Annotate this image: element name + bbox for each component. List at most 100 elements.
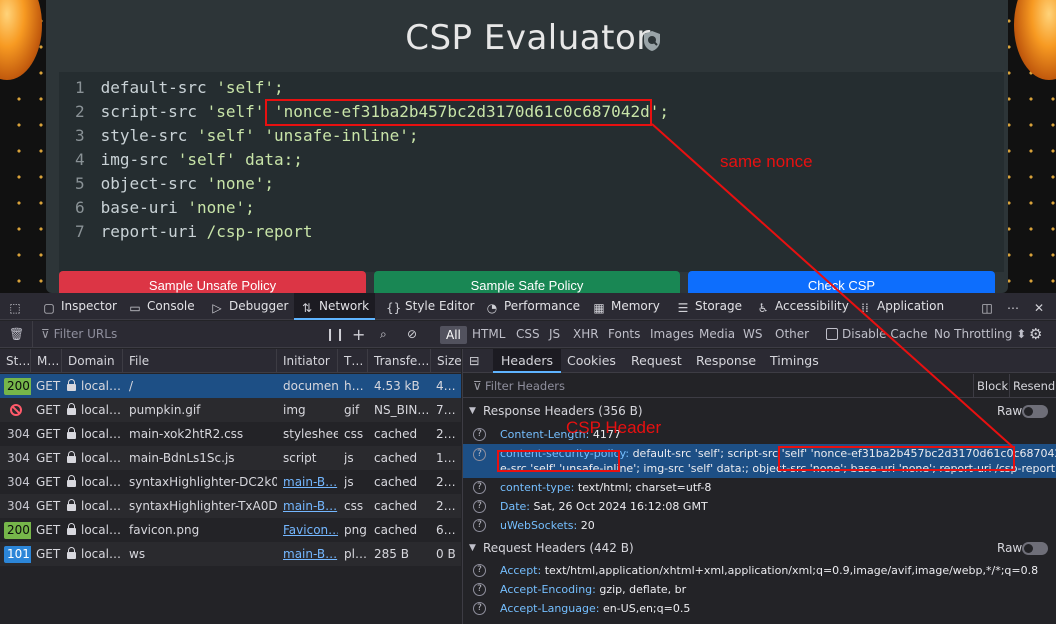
check-csp-button[interactable]: Check CSP	[688, 271, 995, 293]
tab-application[interactable]: ⁞⁞ Application	[858, 293, 944, 320]
type-filter-ws[interactable]: WS	[743, 321, 762, 348]
help-icon[interactable]: ?	[473, 481, 486, 494]
disable-cache-checkbox[interactable]: Disable Cache	[826, 321, 928, 348]
type-filter-all[interactable]: All	[440, 326, 467, 344]
type-filter-fonts[interactable]: Fonts	[608, 321, 640, 348]
raw-toggle[interactable]	[1022, 542, 1048, 555]
close-icon[interactable]: ✕	[1032, 293, 1051, 320]
request-headers-section[interactable]: ▼ Request Headers (442 B) Raw	[463, 537, 1056, 559]
tab-cookies[interactable]: Cookies	[567, 349, 616, 373]
help-icon[interactable]: ?	[473, 519, 486, 532]
raw-toggle[interactable]	[1022, 405, 1048, 418]
response-headers-section[interactable]: ▼ Response Headers (356 B) Raw	[463, 400, 1056, 422]
tab-accessibility[interactable]: ♿ Accessibility	[756, 293, 849, 320]
tab-request[interactable]: Request	[631, 349, 682, 373]
cell-file: syntaxHighlighter-DC2k00Sl.js	[129, 475, 277, 489]
sample-unsafe-policy-button[interactable]: Sample Unsafe Policy	[59, 271, 366, 293]
tab-timings[interactable]: Timings	[770, 349, 819, 373]
block-button[interactable]: Block	[977, 379, 1008, 393]
cell-method: GET	[36, 379, 61, 393]
tab-memory[interactable]: ▦ Memory	[592, 293, 659, 320]
column-size[interactable]: Size	[431, 349, 461, 373]
type-filter-css[interactable]: CSS	[516, 321, 540, 348]
table-row[interactable]: 200 GET local… favicon.png Favicon… png cached…	[0, 518, 461, 542]
tab-performance[interactable]: ◔ Performance	[485, 293, 580, 320]
type-filter-xhr[interactable]: XHR	[573, 321, 599, 348]
help-icon[interactable]: ?	[473, 583, 486, 596]
header-row[interactable]: ? uWebSockets: 20	[463, 516, 1056, 535]
cell-type: pl…	[344, 547, 367, 561]
tab-debugger[interactable]: ▷ Debugger	[210, 293, 288, 320]
more-options-icon[interactable]: ⋯	[1006, 293, 1025, 320]
block-requests-icon[interactable]: ⊘	[407, 321, 417, 348]
cell-size: 4…	[436, 379, 456, 393]
type-filter-js[interactable]: JS	[549, 321, 560, 348]
resend-button[interactable]: Resend	[1013, 379, 1055, 393]
tab-storage[interactable]: ☰ Storage	[676, 293, 742, 320]
filter-icon: ⊽	[473, 379, 482, 393]
column-initiator[interactable]: Initiator	[277, 349, 338, 373]
cell-size: 6…	[436, 523, 456, 537]
table-row[interactable]: 200 GET local… / document h… 4.53 kB 4…	[0, 374, 461, 398]
tab-network[interactable]: ⇅ Network	[294, 293, 376, 320]
header-row[interactable]: ? Content-Length: 4177	[463, 425, 1056, 444]
help-icon[interactable]: ?	[473, 564, 486, 577]
cell-type: h…	[344, 379, 364, 393]
memory-icon: ▦	[593, 301, 605, 315]
cell-type: css	[344, 499, 364, 513]
help-icon[interactable]: ?	[473, 428, 486, 441]
column-file[interactable]: File	[123, 349, 277, 373]
cell-type: gif	[344, 403, 360, 417]
cell-initiator: img	[283, 403, 306, 417]
header-row[interactable]: ? content-type: text/html; charset=utf-8	[463, 478, 1056, 497]
cell-size: 2…	[436, 427, 456, 441]
help-icon[interactable]: ?	[473, 448, 486, 461]
cell-method: GET	[36, 523, 61, 537]
element-picker-icon[interactable]: ⬚	[8, 293, 27, 320]
header-row[interactable]: ? Accept: text/html,application/xhtml+xml…	[463, 561, 1056, 580]
table-row[interactable]: GET local… pumpkin.gif img gif NS_BIN… 7…	[0, 398, 461, 422]
cell-method: GET	[36, 547, 61, 561]
filter-urls-input[interactable]: ⊽ Filter URLs	[32, 321, 117, 348]
table-row[interactable]: 101 GET local… ws main-B… pl… 285 B 0 B	[0, 542, 461, 566]
add-icon[interactable]: +	[352, 321, 365, 348]
table-row[interactable]: 304 GET local… syntaxHighlighter-DC2k00Sl.j…	[0, 470, 461, 494]
tab-headers[interactable]: Headers	[493, 349, 562, 373]
table-row[interactable]: 304 GET local… main-xok2htR2.css stylesheet c…	[0, 422, 461, 446]
type-filter-media[interactable]: Media	[699, 321, 735, 348]
column-domain[interactable]: Domain	[62, 349, 123, 373]
header-row[interactable]: ? Accept-Encoding: gzip, deflate, br	[463, 580, 1056, 599]
type-filter-other[interactable]: Other	[775, 321, 809, 348]
column-transferred[interactable]: Transfe…	[368, 349, 431, 373]
tab-console[interactable]: ▭ Console	[128, 293, 194, 320]
toggle-sidebar-icon[interactable]: ⊟	[469, 349, 479, 373]
column-method[interactable]: M…	[31, 349, 62, 373]
header-row[interactable]: ? Date: Sat, 26 Oct 2024 16:12:08 GMT	[463, 497, 1056, 516]
cell-status: 304	[7, 475, 30, 489]
table-row[interactable]: 304 GET local… syntaxHighlighter-TxA0DcFV.c…	[0, 494, 461, 518]
code-line: 4 img-src 'self' data:;	[75, 150, 303, 169]
header-row[interactable]: ? Accept-Language: en-US,en;q=0.5	[463, 599, 1056, 618]
console-icon: ▭	[129, 301, 141, 315]
throttling-select[interactable]: No Throttling ⬍	[934, 321, 1026, 348]
column-type[interactable]: T…	[338, 349, 368, 373]
tab-style-editor[interactable]: {} Style Editor	[386, 293, 474, 320]
type-filter-images[interactable]: Images	[650, 321, 694, 348]
cell-file: pumpkin.gif	[129, 403, 201, 417]
pause-icon[interactable]: ❙❙	[325, 321, 345, 348]
trash-icon[interactable]: 🗑	[9, 321, 24, 348]
help-icon[interactable]: ?	[473, 500, 486, 513]
code-line: 1 default-src 'self';	[75, 78, 284, 97]
table-row[interactable]: 304 GET local… main-BdnLs1Sc.js script js cach…	[0, 446, 461, 470]
help-icon[interactable]: ?	[473, 602, 486, 615]
gear-icon[interactable]: ⚙	[1029, 321, 1042, 348]
tab-response[interactable]: Response	[696, 349, 756, 373]
sample-safe-policy-button[interactable]: Sample Safe Policy	[374, 271, 680, 293]
filter-headers-input[interactable]: ⊽ Filter Headers Block Resend	[463, 374, 1056, 398]
search-icon[interactable]: ⌕	[380, 321, 387, 348]
accessibility-icon: ♿	[757, 301, 769, 315]
column-status[interactable]: St…	[0, 349, 31, 373]
dock-side-icon[interactable]: ◫	[980, 293, 999, 320]
tab-inspector[interactable]: ▢ Inspector	[42, 293, 117, 320]
type-filter-html[interactable]: HTML	[472, 321, 505, 348]
